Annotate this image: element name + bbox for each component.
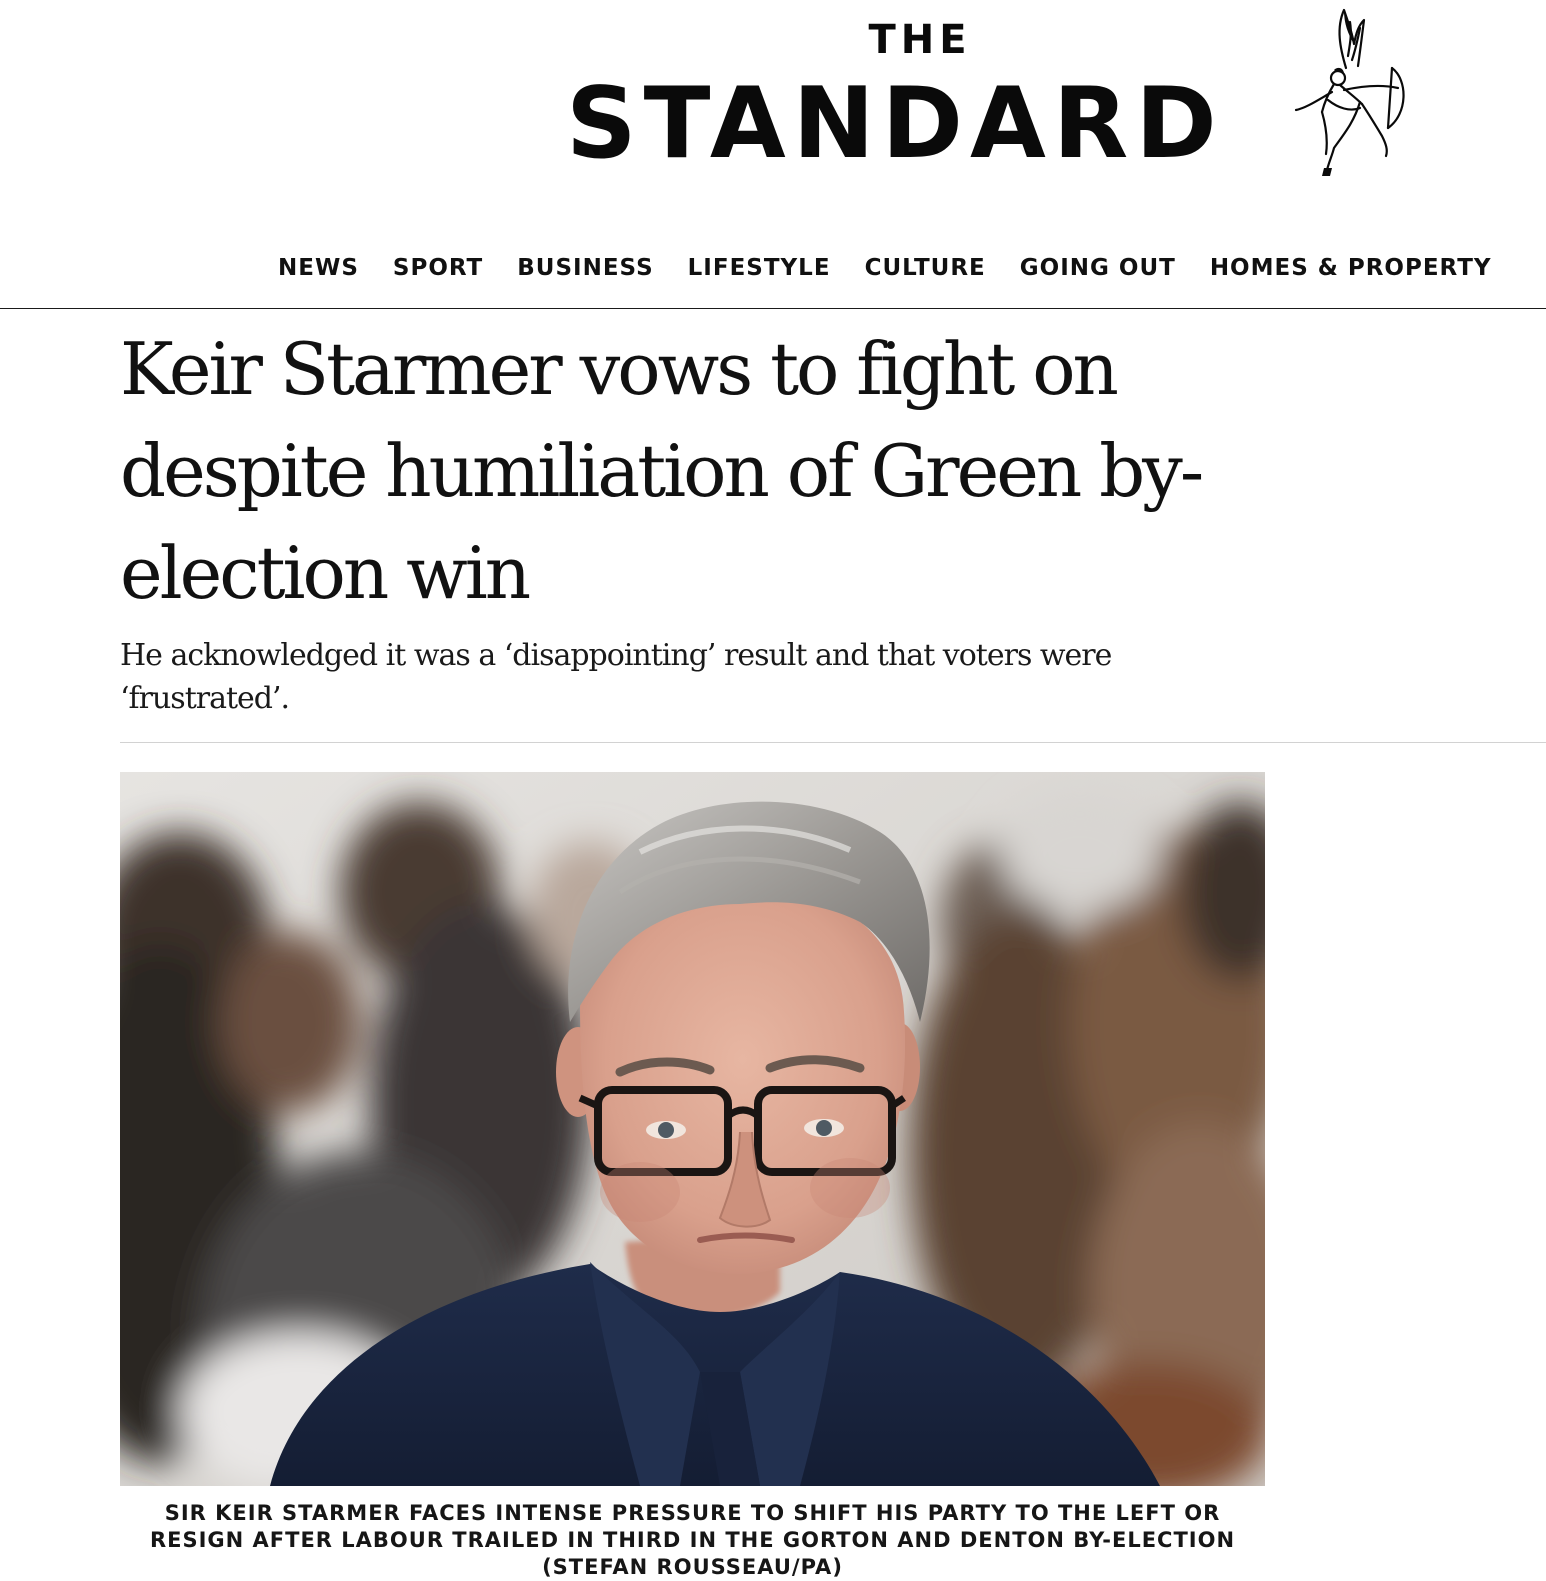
nav-item-lifestyle[interactable]: LIFESTYLE: [688, 252, 831, 284]
logo-standard: STANDARD: [566, 67, 1224, 181]
main-navigation: NEWS SPORT BUSINESS LIFESTYLE CULTURE GO…: [278, 252, 1492, 284]
nav-item-homes-property[interactable]: HOMES & PROPERTY: [1210, 252, 1492, 284]
nav-item-news[interactable]: NEWS: [278, 252, 359, 284]
article-headline: Keir Starmer vows to fight on despite hu…: [120, 327, 1204, 615]
nav-divider: [0, 308, 1546, 309]
article-hero-image[interactable]: [120, 772, 1265, 1486]
image-caption: SIR KEIR STARMER FACES INTENSE PRESSURE …: [149, 1501, 1236, 1579]
nav-item-culture[interactable]: CULTURE: [865, 252, 986, 284]
standfirst-divider: [120, 742, 1546, 743]
eros-statue-icon: [1294, 8, 1405, 176]
masthead: THE STANDARD: [0, 0, 1546, 200]
nav-item-business[interactable]: BUSINESS: [517, 252, 653, 284]
logo-the: THE: [868, 17, 972, 63]
nav-item-sport[interactable]: SPORT: [393, 252, 483, 284]
article-standfirst: He acknowledged it was a ‘disappointing’…: [120, 638, 1112, 716]
nav-item-going-out[interactable]: GOING OUT: [1020, 252, 1176, 284]
